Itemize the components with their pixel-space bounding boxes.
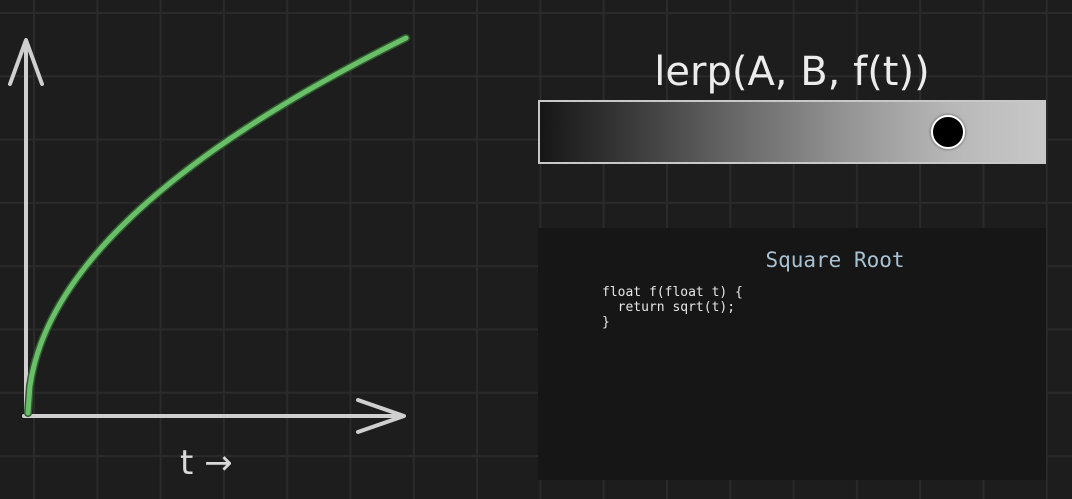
easing-function-title: Square Root [765,248,905,272]
code-panel: Square Root float f(float t) { return sq… [538,228,1046,480]
code-line: float f(float t) { [602,285,743,300]
x-axis-label: t → [180,443,233,483]
code-block: float f(float t) { return sqrt(t);} [602,285,743,330]
canvas: t → lerp(A, B, f(t)) Square Root float f… [0,0,1072,499]
sqrt-curve [25,35,409,416]
lerp-title: lerp(A, B, f(t)) [654,49,930,95]
code-line: } [602,315,610,330]
lerp-gradient-bar [538,100,1046,164]
code-line: return sqrt(t); [602,300,736,315]
easing-graph [8,34,410,434]
lerp-marker [931,115,966,149]
x-axis [22,398,406,434]
sqrt-curve-outline [24,34,410,417]
